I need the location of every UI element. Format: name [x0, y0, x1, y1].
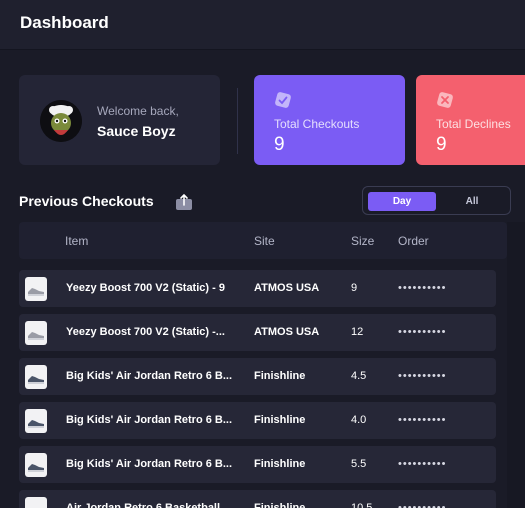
shoe-size: 9 [351, 282, 358, 294]
order-number: •••••••••• [398, 502, 447, 508]
table-row[interactable]: Yeezy Boost 700 V2 (Static) -... ATMOS US… [19, 314, 496, 351]
column-header-size[interactable]: Size [351, 234, 374, 248]
stat-value: 9 [436, 134, 447, 155]
site-name: Finishline [254, 414, 306, 426]
table-row[interactable]: Big Kids' Air Jordan Retro 6 B... Finishl… [19, 446, 496, 483]
order-number: •••••••••• [398, 414, 447, 426]
welcome-greeting: Welcome back, [97, 104, 179, 118]
column-header-site[interactable]: Site [254, 234, 275, 248]
shoe-thumbnail [25, 409, 47, 433]
order-number: •••••••••• [398, 370, 447, 382]
table-row[interactable]: Yeezy Boost 700 V2 (Static) - 9 ATMOS USA… [19, 270, 496, 307]
filter-day-button[interactable]: Day [368, 192, 436, 211]
site-name: Finishline [254, 502, 306, 508]
total-declines-card: Total Declines 9 [416, 75, 525, 165]
column-header-item[interactable]: Item [65, 234, 88, 248]
site-name: Finishline [254, 370, 306, 382]
shoe-size: 10.5 [351, 502, 373, 508]
divider [237, 88, 238, 154]
filter-all-button[interactable]: All [438, 192, 506, 211]
order-number: •••••••••• [398, 326, 447, 338]
stat-label: Total Checkouts [274, 117, 360, 131]
site-name: ATMOS USA [254, 326, 320, 338]
order-number: •••••••••• [398, 282, 447, 294]
welcome-card: Welcome back, Sauce Boyz [19, 75, 220, 165]
shoe-size: 4.0 [351, 414, 367, 426]
item-name: Big Kids' Air Jordan Retro 6 B... [66, 458, 233, 470]
shoe-thumbnail [25, 453, 47, 477]
shoe-thumbnail [25, 277, 47, 301]
top-bar: Dashboard [0, 0, 525, 50]
page-title: Dashboard [20, 13, 109, 32]
order-number: •••••••••• [398, 458, 447, 470]
shoe-thumbnail [25, 321, 47, 345]
stat-label: Total Declines [436, 117, 511, 131]
table-header: Item Site Size Order [19, 222, 507, 259]
item-name: Big Kids' Air Jordan Retro 6 B... [66, 370, 233, 382]
export-icon[interactable] [175, 193, 193, 211]
shoe-thumbnail [25, 497, 47, 508]
shoe-size: 4.5 [351, 370, 367, 382]
scroll-edge [507, 222, 525, 508]
time-filter-toggle: Day All [362, 186, 511, 215]
welcome-name: Sauce Boyz [97, 123, 176, 139]
item-name: Big Kids' Air Jordan Retro 6 B... [66, 414, 233, 426]
total-checkouts-card: Total Checkouts 9 [254, 75, 405, 165]
item-name: Yeezy Boost 700 V2 (Static) -... [66, 326, 225, 338]
decline-badge-icon [435, 90, 455, 110]
stat-value: 9 [274, 134, 285, 155]
item-name: Air Jordan Retro 6 Basketball... [66, 502, 230, 508]
table-row[interactable]: Air Jordan Retro 6 Basketball... Finishli… [19, 490, 496, 508]
item-name: Yeezy Boost 700 V2 (Static) - 9 [66, 282, 225, 294]
site-name: ATMOS USA [254, 282, 320, 294]
table-row[interactable]: Big Kids' Air Jordan Retro 6 B... Finishl… [19, 358, 496, 395]
column-header-order[interactable]: Order [398, 234, 429, 248]
shoe-thumbnail [25, 365, 47, 389]
avatar [40, 100, 82, 142]
previous-checkouts-title: Previous Checkouts [19, 193, 154, 209]
check-badge-icon [273, 90, 293, 110]
table-row[interactable]: Big Kids' Air Jordan Retro 6 B... Finishl… [19, 402, 496, 439]
site-name: Finishline [254, 458, 306, 470]
shoe-size: 12 [351, 326, 364, 338]
shoe-size: 5.5 [351, 458, 367, 470]
